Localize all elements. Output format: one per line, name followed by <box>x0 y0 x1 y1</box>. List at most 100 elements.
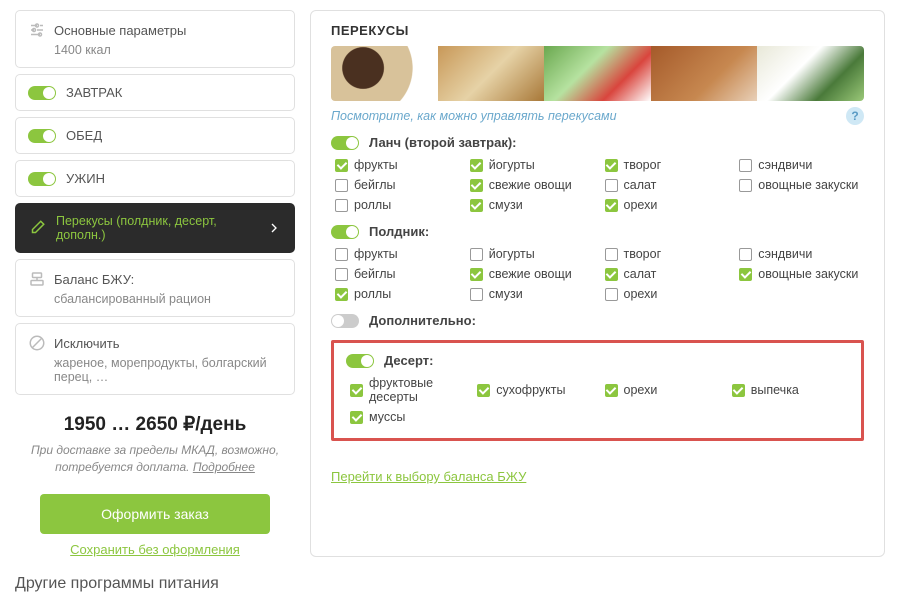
checkbox[interactable] <box>335 199 348 212</box>
sidebar-bju-card[interactable]: Баланс БЖУ: сбалансированный рацион <box>15 259 295 317</box>
checkbox[interactable] <box>335 288 348 301</box>
checkbox[interactable] <box>739 159 752 172</box>
option-item[interactable]: орехи <box>605 376 722 404</box>
option-item[interactable]: творог <box>605 247 730 261</box>
checkbox[interactable] <box>470 288 483 301</box>
exclude-title: Исключить <box>54 336 120 351</box>
option-item[interactable]: свежие овощи <box>470 267 595 281</box>
food-banner <box>331 46 864 101</box>
option-label: орехи <box>624 198 658 212</box>
checkbox[interactable] <box>605 268 618 281</box>
block-name: Полдник: <box>369 224 429 239</box>
option-label: свежие овощи <box>489 178 572 192</box>
hint-link[interactable]: Посмотрите, как можно управлять перекуса… <box>331 109 617 123</box>
next-step-link[interactable]: Перейти к выбору баланса БЖУ <box>331 469 526 484</box>
checkbox[interactable] <box>470 179 483 192</box>
option-item[interactable]: йогурты <box>470 247 595 261</box>
checkbox[interactable] <box>350 384 363 397</box>
params-title: Основные параметры <box>54 23 186 38</box>
exclude-icon <box>28 334 46 352</box>
main-panel: ПЕРЕКУСЫ Посмотрите, как можно управлять… <box>310 10 885 557</box>
snacks-label: Перекусы (полдник, десерт, дополн.) <box>56 214 256 242</box>
block-toggle[interactable] <box>346 354 374 368</box>
sidebar-meal-0[interactable]: ЗАВТРАК <box>15 74 295 111</box>
checkbox[interactable] <box>605 179 618 192</box>
option-label: творог <box>624 247 662 261</box>
block-toggle[interactable] <box>331 136 359 150</box>
checkbox[interactable] <box>350 411 363 424</box>
option-item[interactable]: салат <box>605 267 730 281</box>
block-toggle[interactable] <box>331 314 359 328</box>
checkbox[interactable] <box>739 268 752 281</box>
option-item[interactable]: фрукты <box>335 158 460 172</box>
checkbox[interactable] <box>335 248 348 261</box>
option-item[interactable]: фрукты <box>335 247 460 261</box>
price-more-link[interactable]: Подробнее <box>193 460 255 474</box>
checkbox[interactable] <box>470 159 483 172</box>
option-item[interactable]: смузи <box>470 287 595 301</box>
checkbox[interactable] <box>605 159 618 172</box>
scale-icon <box>28 270 46 288</box>
sidebar-params-card[interactable]: Основные параметры 1400 ккал <box>15 10 295 68</box>
block-name: Ланч (второй завтрак): <box>369 135 517 150</box>
checkbox[interactable] <box>605 384 618 397</box>
option-item[interactable]: бейглы <box>335 267 460 281</box>
option-item[interactable]: роллы <box>335 287 460 301</box>
checkbox[interactable] <box>335 179 348 192</box>
option-item[interactable]: свежие овощи <box>470 178 595 192</box>
option-item[interactable]: муссы <box>350 410 467 424</box>
order-button[interactable]: Оформить заказ <box>40 494 270 534</box>
option-label: бейглы <box>354 178 396 192</box>
option-label: смузи <box>489 287 523 301</box>
meal-block-1: Полдник: фрукты йогурты творог сэндвичи бейгл… <box>331 224 864 301</box>
meal-toggle[interactable] <box>28 86 56 100</box>
option-label: свежие овощи <box>489 267 572 281</box>
option-item[interactable]: орехи <box>605 287 730 301</box>
option-item[interactable]: роллы <box>335 198 460 212</box>
main-title: ПЕРЕКУСЫ <box>331 23 864 38</box>
checkbox[interactable] <box>470 199 483 212</box>
checkbox[interactable] <box>477 384 490 397</box>
option-label: фрукты <box>354 247 398 261</box>
sidebar-exclude-card[interactable]: Исключить жареное, морепродукты, болгарс… <box>15 323 295 395</box>
checkbox[interactable] <box>739 179 752 192</box>
option-label: йогурты <box>489 247 535 261</box>
options-grid: фруктовые десерты сухофрукты орехи выпечка м… <box>346 376 849 424</box>
block-toggle[interactable] <box>331 225 359 239</box>
checkbox[interactable] <box>605 288 618 301</box>
checkbox[interactable] <box>470 268 483 281</box>
option-item[interactable]: смузи <box>470 198 595 212</box>
price-range: 1950 … 2650 ₽/день <box>19 413 291 436</box>
params-value: 1400 ккал <box>28 43 111 57</box>
checkbox[interactable] <box>732 384 745 397</box>
sidebar-meal-2[interactable]: УЖИН <box>15 160 295 197</box>
option-item[interactable]: салат <box>605 178 730 192</box>
checkbox[interactable] <box>739 248 752 261</box>
option-item[interactable]: йогурты <box>470 158 595 172</box>
checkbox[interactable] <box>605 248 618 261</box>
option-item[interactable]: овощные закуски <box>739 267 864 281</box>
help-icon[interactable]: ? <box>846 107 864 125</box>
option-label: роллы <box>354 287 391 301</box>
sidebar-snacks-card[interactable]: Перекусы (полдник, десерт, дополн.) <box>15 203 295 253</box>
option-item[interactable]: сэндвичи <box>739 247 864 261</box>
option-label: сэндвичи <box>758 247 812 261</box>
checkbox[interactable] <box>470 248 483 261</box>
option-item[interactable]: фруктовые десерты <box>350 376 467 404</box>
option-item[interactable]: сухофрукты <box>477 376 594 404</box>
option-item[interactable]: творог <box>605 158 730 172</box>
option-item[interactable]: орехи <box>605 198 730 212</box>
sidebar-meal-1[interactable]: ОБЕД <box>15 117 295 154</box>
option-label: сэндвичи <box>758 158 812 172</box>
checkbox[interactable] <box>335 159 348 172</box>
option-item[interactable]: овощные закуски <box>739 178 864 192</box>
option-item[interactable]: бейглы <box>335 178 460 192</box>
option-label: орехи <box>624 383 658 397</box>
checkbox[interactable] <box>605 199 618 212</box>
option-item[interactable]: выпечка <box>732 376 849 404</box>
meal-toggle[interactable] <box>28 129 56 143</box>
option-item[interactable]: сэндвичи <box>739 158 864 172</box>
meal-toggle[interactable] <box>28 172 56 186</box>
save-link[interactable]: Сохранить без оформления <box>15 542 295 557</box>
checkbox[interactable] <box>335 268 348 281</box>
